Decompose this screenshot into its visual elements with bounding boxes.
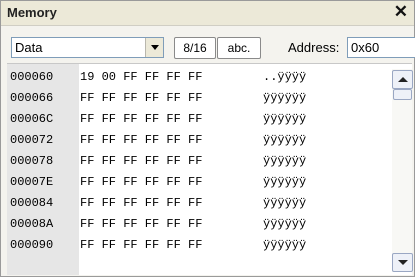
row-address: 000072 [10, 133, 54, 147]
address-label: Address: [288, 40, 340, 55]
row-address: 000078 [10, 154, 54, 168]
scroll-up-button[interactable] [392, 70, 413, 89]
close-icon[interactable]: ✕ [394, 2, 408, 22]
row-address: 00008A [10, 217, 54, 231]
row-address: 000084 [10, 196, 54, 210]
row-ascii: ÿÿÿÿÿÿ [263, 91, 307, 105]
row-hex-bytes: FF FF FF FF FF FF [80, 217, 203, 231]
chevron-down-icon [397, 260, 408, 265]
scroll-down-button[interactable] [392, 253, 413, 272]
row-hex-bytes: 19 00 FF FF FF FF [80, 70, 203, 84]
chevron-up-icon [397, 77, 408, 82]
memory-type-dropdown[interactable]: Data [11, 37, 164, 58]
memory-type-value: Data [15, 40, 43, 55]
row-ascii: ÿÿÿÿÿÿ [263, 238, 307, 252]
row-address: 00006C [10, 112, 54, 126]
memory-dump-pane[interactable]: 000060 19 00 FF FF FF FF ..ÿÿÿÿ 000066 FF FF… [7, 63, 413, 275]
row-hex-bytes: FF FF FF FF FF FF [80, 175, 203, 189]
row-hex-bytes: FF FF FF FF FF FF [80, 133, 203, 147]
row-ascii: ÿÿÿÿÿÿ [263, 133, 307, 147]
address-input-value: 0x60 [351, 40, 380, 55]
row-hex-bytes: FF FF FF FF FF FF [80, 154, 203, 168]
row-ascii: ÿÿÿÿÿÿ [263, 175, 307, 189]
address-input[interactable]: 0x60 [347, 37, 415, 58]
chevron-down-icon[interactable] [145, 38, 163, 57]
row-ascii: ÿÿÿÿÿÿ [263, 154, 307, 168]
row-hex-bytes: FF FF FF FF FF FF [80, 91, 203, 105]
ascii-toggle-button[interactable]: abc. [217, 37, 261, 59]
vertical-scrollbar[interactable] [392, 69, 413, 272]
word-size-button[interactable]: 8/16 [174, 37, 216, 59]
row-address: 000060 [10, 70, 54, 84]
row-hex-bytes: FF FF FF FF FF FF [80, 196, 203, 210]
row-ascii: ..ÿÿÿÿ [263, 70, 307, 84]
row-ascii: ÿÿÿÿÿÿ [263, 217, 307, 231]
row-ascii: ÿÿÿÿÿÿ [263, 196, 307, 210]
row-hex-bytes: FF FF FF FF FF FF [80, 238, 203, 252]
row-address: 000090 [10, 238, 54, 252]
toolbar: Data 8/16 abc. Address: 0x60 [1, 26, 415, 62]
row-hex-bytes: FF FF FF FF FF FF [80, 112, 203, 126]
row-address: 000066 [10, 91, 54, 105]
row-address: 00007E [10, 175, 54, 189]
title-bar[interactable]: Memory ✕ [1, 1, 414, 26]
window-title: Memory [7, 5, 57, 20]
scroll-thumb[interactable] [393, 89, 412, 100]
row-ascii: ÿÿÿÿÿÿ [263, 112, 307, 126]
memory-window: Memory ✕ Data 8/16 abc. Address: 0x60 00… [0, 0, 415, 277]
